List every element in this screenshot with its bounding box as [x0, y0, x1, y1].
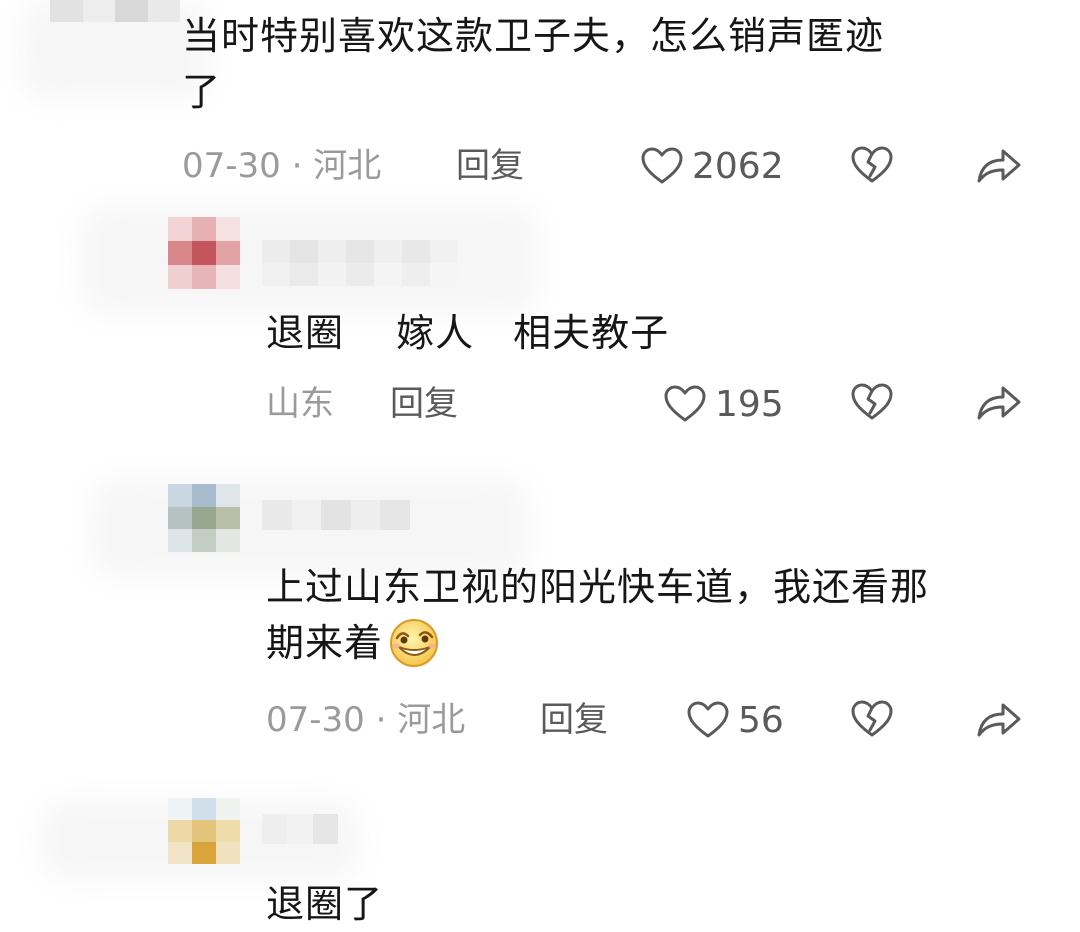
avatar[interactable]	[168, 484, 240, 552]
broken-heart-icon	[851, 383, 893, 420]
share-arrow-icon	[977, 149, 1021, 183]
comment-time-location: 07-30 · 河北	[266, 700, 466, 740]
like-count: 2062	[692, 145, 784, 187]
comment-time-location: 山东	[266, 384, 334, 424]
reply-button[interactable]: 回复	[390, 384, 458, 424]
heart-outline-icon	[664, 385, 706, 422]
like-button[interactable]: 195	[663, 383, 784, 425]
avatar[interactable]	[50, 0, 180, 22]
broken-heart-icon	[851, 700, 893, 737]
comment-line: 了	[182, 70, 222, 114]
share-arrow-icon	[977, 703, 1021, 737]
comment-line: 当时特别喜欢这款卫子夫，怎么销声匿迹	[182, 14, 885, 58]
comment-time-location: 07-30 · 河北	[182, 146, 382, 186]
like-count: 56	[738, 699, 784, 741]
avatar[interactable]	[168, 798, 240, 864]
broken-heart-icon	[851, 146, 893, 183]
share-button[interactable]	[975, 143, 1021, 187]
comment-text: 退圈 嫁人 相夫教子	[266, 305, 669, 361]
comment-line: 期来着	[266, 621, 384, 665]
comment-text: 上过山东卫视的阳光快车道，我还看那 期来着	[266, 559, 929, 671]
avatar[interactable]	[168, 217, 240, 289]
like-count: 195	[715, 383, 784, 425]
heart-outline-icon	[641, 147, 683, 184]
share-arrow-icon	[977, 386, 1021, 420]
comment-line: 退圈 嫁人 相夫教子	[266, 311, 670, 355]
username[interactable]	[262, 500, 410, 530]
like-button[interactable]: 56	[686, 699, 784, 741]
share-button[interactable]	[975, 380, 1021, 424]
username[interactable]	[262, 240, 458, 286]
comment-text: 退圈了	[266, 876, 383, 932]
share-button[interactable]	[975, 697, 1021, 741]
grinning-face-emoji	[390, 618, 439, 667]
comment-line: 上过山东卫视的阳光快车道，我还看那	[266, 565, 930, 609]
comment-line-with-emoji: 期来着	[266, 615, 929, 671]
heart-outline-icon	[687, 701, 729, 738]
reply-button[interactable]: 回复	[540, 700, 608, 740]
dislike-button[interactable]	[850, 380, 894, 424]
like-button[interactable]: 2062	[640, 145, 784, 187]
reply-button[interactable]: 回复	[456, 146, 524, 186]
username[interactable]	[262, 814, 338, 844]
dislike-button[interactable]	[850, 697, 894, 741]
comment-text: 当时特别喜欢这款卫子夫，怎么销声匿迹 了	[182, 8, 884, 120]
dislike-button[interactable]	[850, 143, 894, 187]
comment-line: 退圈了	[266, 882, 384, 926]
